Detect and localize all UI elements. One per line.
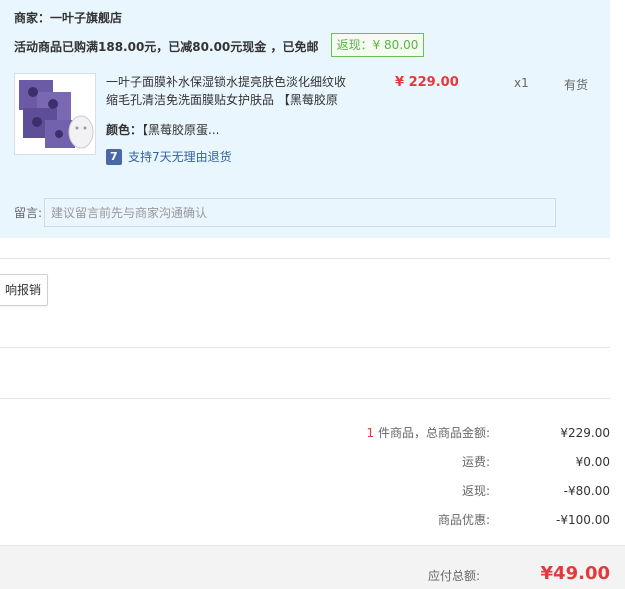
promo-text: 活动商品已购满188.00元，已减80.00元现金 ，已免邮 [14,40,319,54]
shipping-label: 运费: [461,455,490,469]
note-label: 留言: [14,206,43,220]
section-divider [0,347,610,348]
goods-label: 1 件商品，总商品金额: [350,424,490,441]
summary-rebate-row: 返现: -¥80.00 [210,482,610,499]
color-label: 颜色： [106,123,143,137]
rebate-value: -¥80.00 [563,483,610,498]
goods-value: ¥229.00 [560,425,610,440]
return-policy-link[interactable]: 支持7天无理由退货 [106,148,232,165]
goods-label-text: 件商品，总商品金额: [377,426,490,440]
total-bar: 应付总额: ¥49.00 [0,545,625,589]
section-divider [0,258,610,259]
shipping-value: ¥0.00 [575,454,610,469]
color-value: 【黑莓胶原蛋... [142,123,220,137]
seven-day-return-icon [106,148,122,165]
section-divider [0,398,610,399]
total-label: 应付总额: [428,569,481,583]
store-order-panel: 商家：一叶子旗舰店 活动商品已购满188.00元，已减80.00元现金 ，已免邮… [0,0,610,238]
discount-value: -¥100.00 [556,512,610,527]
product-image-icon [15,74,95,154]
item-count: 1 [366,426,375,440]
product-quantity: x1 [514,76,529,90]
summary-goods-row: 1 件商品，总商品金额: ¥229.00 [210,424,610,441]
rebate-badge: 返现：¥ 80.00 [331,33,424,57]
stock-status: 有货 [564,78,589,92]
total-value: ¥49.00 [540,563,610,584]
product-title[interactable]: 一叶子面膜补水保湿锁水提亮肤色淡化细纹收缩毛孔清洁免洗面膜贴女护肤品 【黑莓胶原 [106,73,356,109]
rebate-label: 返现: [461,484,490,498]
product-thumbnail[interactable] [14,73,96,155]
summary-discount-row: 商品优惠: -¥100.00 [210,511,610,528]
reimburse-button[interactable]: 响报销 [0,274,48,306]
return-policy-text: 支持7天无理由退货 [128,150,232,164]
merchant-name[interactable]: 商家：一叶子旗舰店 [14,9,122,26]
discount-label: 商品优惠: [437,513,490,527]
summary-shipping-row: 运费: ¥0.00 [210,453,610,470]
note-input[interactable] [44,198,556,227]
product-color: 颜色：【黑莓胶原蛋... [106,121,219,138]
product-price: ¥ 229.00 [395,75,459,90]
